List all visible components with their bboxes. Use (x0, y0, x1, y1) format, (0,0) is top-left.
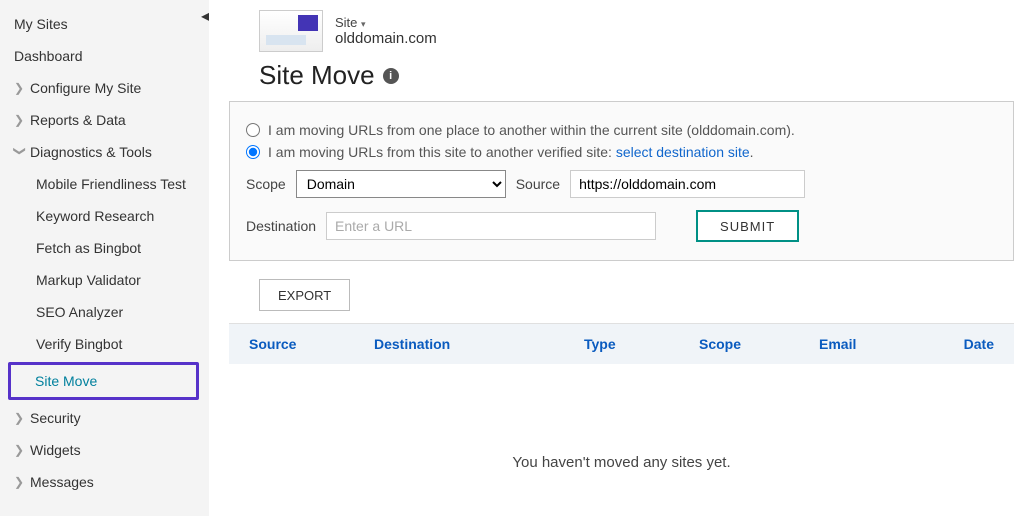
sidebar-configure[interactable]: ❯ Configure My Site (0, 72, 209, 104)
radio-within-site-label: I am moving URLs from one place to anoth… (268, 122, 795, 138)
export-button[interactable]: EXPORT (259, 279, 350, 311)
destination-label: Destination (246, 218, 316, 234)
site-label-text: Site (335, 15, 357, 30)
sidebar-widgets-label: Widgets (30, 442, 81, 458)
scope-select[interactable]: Domain (296, 170, 506, 198)
sidebar-sub-verify[interactable]: Verify Bingbot (0, 328, 209, 360)
radio-other-site[interactable] (246, 145, 260, 159)
scope-label: Scope (246, 176, 286, 192)
site-thumbnail[interactable] (259, 10, 323, 52)
dropdown-caret-icon: ▾ (361, 19, 366, 29)
chevron-right-icon: ❯ (14, 113, 26, 127)
col-type[interactable]: Type (584, 336, 699, 352)
col-scope[interactable]: Scope (699, 336, 819, 352)
site-header: Site ▾ olddomain.com (229, 10, 1014, 52)
results-table-header: Source Destination Type Scope Email Date (229, 323, 1014, 364)
destination-input[interactable] (326, 212, 656, 240)
radio-other-site-label: I am moving URLs from this site to anoth… (268, 144, 754, 160)
page-title: Site Move i (259, 60, 1014, 91)
sidebar-security[interactable]: ❯ Security (0, 402, 209, 434)
sidebar-messages-label: Messages (30, 474, 94, 490)
submit-button[interactable]: SUBMIT (696, 210, 799, 242)
sidebar-security-label: Security (30, 410, 81, 426)
chevron-right-icon: ❯ (14, 443, 26, 457)
sidebar-reports[interactable]: ❯ Reports & Data (0, 104, 209, 136)
sidebar-diagnostics-label: Diagnostics & Tools (30, 144, 152, 160)
main-content: ◂ Site ▾ olddomain.com Site Move i I am … (209, 0, 1024, 516)
col-destination[interactable]: Destination (374, 336, 584, 352)
info-icon[interactable]: i (383, 68, 399, 84)
sidebar-sub-fetch[interactable]: Fetch as Bingbot (0, 232, 209, 264)
site-move-form: I am moving URLs from one place to anoth… (229, 101, 1014, 261)
sidebar-sub-sitemove[interactable]: Site Move (8, 362, 199, 400)
sidebar-reports-label: Reports & Data (30, 112, 126, 128)
source-input[interactable] (570, 170, 805, 198)
select-destination-link[interactable]: select destination site (616, 144, 750, 160)
sidebar-sub-markup[interactable]: Markup Validator (0, 264, 209, 296)
chevron-right-icon: ❯ (14, 475, 26, 489)
collapse-sidebar-icon[interactable]: ◂ (201, 6, 209, 26)
empty-state-message: You haven't moved any sites yet. (229, 454, 1014, 471)
page-title-text: Site Move (259, 60, 375, 91)
chevron-right-icon: ❯ (14, 81, 26, 95)
col-email[interactable]: Email (819, 336, 934, 352)
radio-within-site[interactable] (246, 123, 260, 137)
sidebar-configure-label: Configure My Site (30, 80, 141, 96)
sidebar-messages[interactable]: ❯ Messages (0, 466, 209, 498)
site-dropdown[interactable]: Site ▾ (335, 15, 437, 30)
sidebar-sub-keyword[interactable]: Keyword Research (0, 200, 209, 232)
col-source[interactable]: Source (249, 336, 374, 352)
radio-other-text: I am moving URLs from this site to anoth… (268, 144, 616, 160)
sidebar-diagnostics[interactable]: ❯Diagnostics & Tools (0, 136, 209, 168)
sidebar-widgets[interactable]: ❯ Widgets (0, 434, 209, 466)
sidebar-my-sites[interactable]: My Sites (0, 8, 209, 40)
sidebar-sub-seo[interactable]: SEO Analyzer (0, 296, 209, 328)
sidebar: My Sites Dashboard ❯ Configure My Site ❯ R… (0, 0, 209, 516)
col-date[interactable]: Date (934, 336, 994, 352)
sidebar-sub-mobile[interactable]: Mobile Friendliness Test (0, 168, 209, 200)
sidebar-dashboard[interactable]: Dashboard (0, 40, 209, 72)
source-label: Source (516, 176, 560, 192)
site-domain: olddomain.com (335, 30, 437, 47)
chevron-right-icon: ❯ (14, 411, 26, 425)
chevron-down-icon: ❯ (13, 146, 27, 158)
